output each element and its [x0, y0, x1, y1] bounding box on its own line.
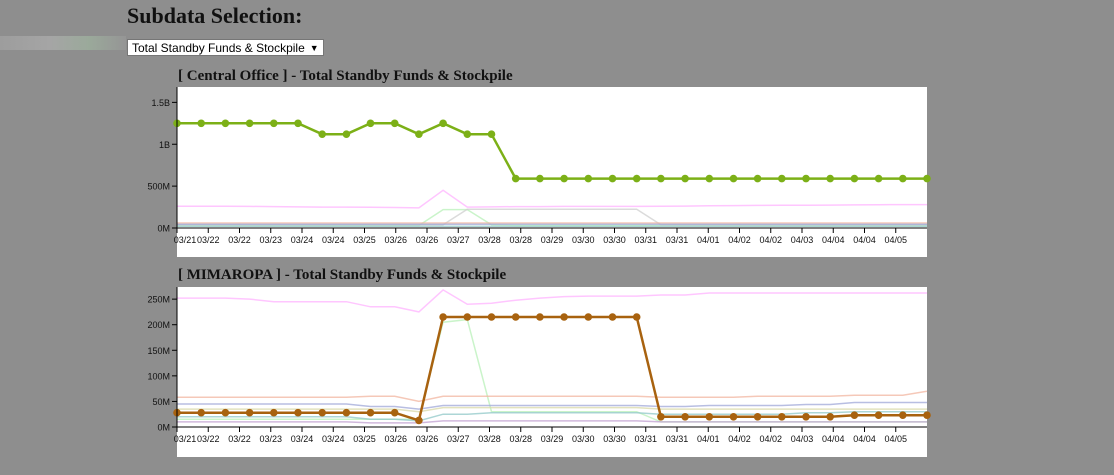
mimaropa-data-point[interactable] — [270, 408, 278, 417]
mimaropa-x-tick-label: 03/30 — [603, 434, 626, 444]
mimaropa-data-point[interactable] — [899, 411, 907, 420]
mimaropa-x-tick-label: 03/27 — [447, 434, 470, 444]
mimaropa-y-tick-label: 250M — [147, 295, 170, 305]
mimaropa-x-tick-label: 04/04 — [853, 434, 876, 444]
mimaropa-x-tick-label: 03/25 — [353, 434, 376, 444]
mimaropa-data-point[interactable] — [439, 313, 447, 321]
mimaropa-x-tick-label: 04/05 — [884, 434, 907, 444]
mimaropa-data-point[interactable] — [536, 313, 544, 321]
mimaropa-data-point[interactable] — [318, 408, 327, 417]
mimaropa-data-point[interactable] — [850, 411, 859, 420]
mimaropa-data-point[interactable] — [657, 413, 665, 421]
mimaropa-x-tick-label: 03/28 — [509, 434, 532, 444]
mimaropa-data-point[interactable] — [632, 313, 641, 321]
mimaropa-x-tick-label: 04/01 — [697, 434, 720, 444]
mimaropa-x-tick-label: 03/26 — [384, 434, 407, 444]
mimaropa-data-point[interactable] — [511, 313, 520, 321]
mimaropa-data-point[interactable] — [729, 413, 738, 421]
mimaropa-y-tick-label: 0M — [157, 423, 170, 433]
mimaropa-x-tick-label: 03/23 — [259, 434, 282, 444]
mimaropa-x-tick-label: 03/31 — [634, 434, 657, 444]
mimaropa-x-tick-label: 03/30 — [572, 434, 595, 444]
mimaropa-data-point[interactable] — [584, 313, 593, 321]
mimaropa-data-point[interactable] — [390, 408, 399, 417]
mimaropa-data-point[interactable] — [681, 413, 689, 421]
mimaropa-y-tick-label: 200M — [147, 320, 170, 330]
mimaropa-data-point[interactable] — [415, 416, 423, 425]
mimaropa-x-tick-label: 03/24 — [291, 434, 314, 444]
mimaropa-x-tick-label: 04/02 — [759, 434, 782, 444]
mimaropa-data-point[interactable] — [874, 411, 883, 420]
mimaropa-data-point[interactable] — [197, 408, 205, 417]
mimaropa-x-tick-label: 04/02 — [728, 434, 751, 444]
mimaropa-y-tick-label: 50M — [152, 397, 170, 407]
mimaropa-data-point[interactable] — [608, 313, 617, 321]
mimaropa-x-tick-label: 03/24 — [322, 434, 345, 444]
mimaropa-x-tick-label: 03/22 — [197, 434, 220, 444]
mimaropa-x-tick-label: 03/21 — [174, 434, 197, 444]
mimaropa-data-point[interactable] — [487, 313, 496, 321]
mimaropa-data-point[interactable] — [463, 313, 472, 321]
mimaropa-x-tick-label: 03/31 — [666, 434, 689, 444]
mimaropa-x-tick-label: 04/04 — [822, 434, 845, 444]
mimaropa-data-point[interactable] — [245, 408, 254, 417]
mimaropa-data-point[interactable] — [366, 408, 375, 417]
mimaropa-x-tick-label: 04/03 — [791, 434, 814, 444]
mimaropa-data-point[interactable] — [221, 408, 230, 417]
mimaropa-data-point[interactable] — [826, 413, 834, 421]
mimaropa-x-tick-label: 03/29 — [541, 434, 564, 444]
mimaropa-data-point[interactable] — [560, 313, 568, 321]
mimaropa-y-tick-label: 100M — [147, 371, 170, 381]
mimaropa-data-point[interactable] — [342, 408, 351, 417]
mimaropa-data-point[interactable] — [294, 408, 302, 417]
mimaropa-x-tick-label: 03/26 — [416, 434, 439, 444]
mimaropa-data-point[interactable] — [778, 413, 786, 421]
mimaropa-data-point[interactable] — [705, 413, 714, 421]
mimaropa-data-point[interactable] — [923, 411, 931, 420]
mimaropa-x-tick-label: 03/22 — [228, 434, 251, 444]
mimaropa-data-point[interactable] — [802, 413, 810, 421]
mimaropa-data-point[interactable] — [753, 413, 762, 421]
mimaropa-chart: 0M50M100M150M200M250M03/21 03/22 03/22 03/2… — [147, 287, 931, 457]
mimaropa-x-tick-label: 03/28 — [478, 434, 501, 444]
mimaropa-y-tick-label: 150M — [147, 346, 170, 356]
